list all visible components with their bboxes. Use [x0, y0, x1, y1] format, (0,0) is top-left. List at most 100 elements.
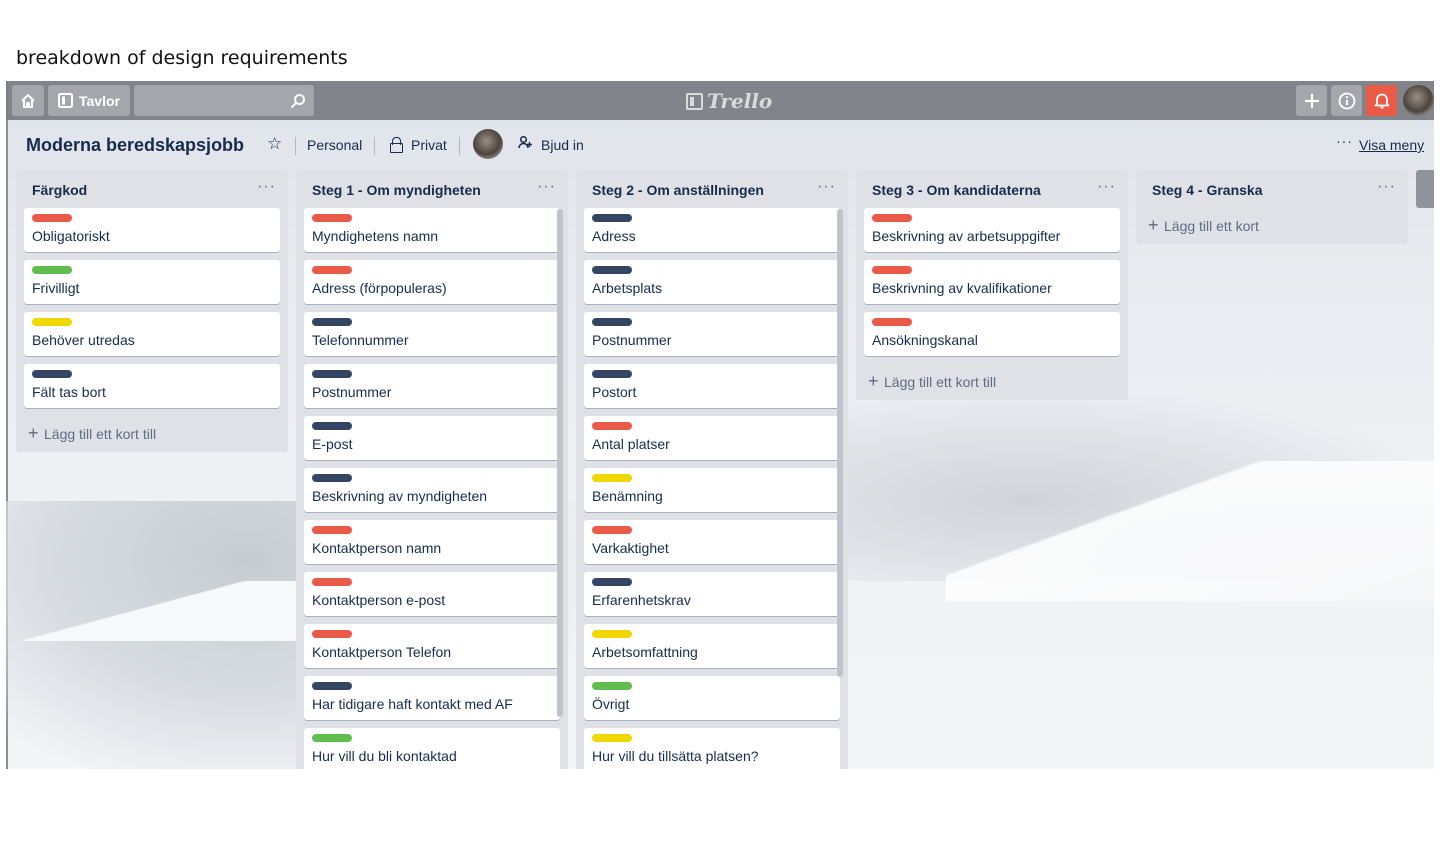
- list-column[interactable]: Steg 4 - Granska ··· + Lägg till ett kort: [1136, 170, 1408, 244]
- trello-board-screenshot: Tavlor Trello Moderna beredskapsjobb ☆ P…: [6, 81, 1434, 769]
- list-title[interactable]: Färgkod: [32, 182, 87, 198]
- card-label-navy: [312, 682, 352, 690]
- card[interactable]: Hur vill du tillsätta platsen?: [584, 728, 840, 769]
- list-column[interactable]: Steg 1 - Om myndigheten ··· Myndighetens n…: [296, 170, 568, 769]
- card-title: Beskrivning av kvalifikationer: [872, 280, 1052, 296]
- card-title: Postort: [592, 384, 637, 400]
- card[interactable]: Postnummer: [584, 312, 840, 356]
- trello-logo-text: Trello: [707, 89, 773, 113]
- list-column[interactable]: Färgkod ··· Obligatoriskt Frivilligt Behöver…: [16, 170, 288, 452]
- card-label-yellow: [592, 630, 632, 638]
- board-header: Moderna beredskapsjobb ☆ Personal Privat…: [6, 121, 1434, 169]
- card[interactable]: Antal platser: [584, 416, 840, 460]
- card[interactable]: Kontaktperson e-post: [304, 572, 560, 616]
- add-card-label: Lägg till ett kort till: [884, 374, 997, 390]
- list-title[interactable]: Steg 4 - Granska: [1152, 182, 1263, 198]
- add-card-button[interactable]: + Lägg till ett kort: [1136, 208, 1408, 244]
- team-button[interactable]: Personal: [307, 137, 362, 153]
- add-card-button[interactable]: + Lägg till ett kort till: [16, 416, 288, 452]
- card[interactable]: Adress: [584, 208, 840, 252]
- card[interactable]: Beskrivning av arbetsuppgifter: [864, 208, 1120, 252]
- list-menu-icon[interactable]: ···: [537, 178, 556, 196]
- card[interactable]: Postnummer: [304, 364, 560, 408]
- card-label-red: [592, 422, 632, 430]
- board-icon: [58, 93, 73, 108]
- card-label-red: [872, 318, 912, 326]
- list-header: Steg 4 - Granska ···: [1136, 170, 1408, 208]
- next-list-peek[interactable]: [1416, 170, 1434, 208]
- card[interactable]: Har tidigare haft kontakt med AF: [304, 676, 560, 720]
- list-scrollbar[interactable]: [557, 209, 563, 717]
- card-title: Benämning: [592, 488, 663, 504]
- list-header: Färgkod ···: [16, 170, 288, 208]
- card[interactable]: Myndighetens namn: [304, 208, 560, 252]
- member-avatar[interactable]: [473, 129, 503, 159]
- card[interactable]: Fält tas bort: [24, 364, 280, 408]
- card[interactable]: Obligatoriskt: [24, 208, 280, 252]
- card-title: Antal platser: [592, 436, 670, 452]
- list-menu-icon[interactable]: ···: [257, 178, 276, 196]
- show-menu-button[interactable]: Visa meny: [1359, 137, 1424, 153]
- card[interactable]: Behöver utredas: [24, 312, 280, 356]
- card[interactable]: Arbetsomfattning: [584, 624, 840, 668]
- card[interactable]: Hur vill du bli kontaktad: [304, 728, 560, 769]
- card[interactable]: Beskrivning av kvalifikationer: [864, 260, 1120, 304]
- create-button[interactable]: [1296, 85, 1327, 116]
- list-column[interactable]: Steg 3 - Om kandidaterna ··· Beskrivning a…: [856, 170, 1128, 400]
- list-title[interactable]: Steg 1 - Om myndigheten: [312, 182, 481, 198]
- card[interactable]: Ansökningskanal: [864, 312, 1120, 356]
- card-label-red: [32, 214, 72, 222]
- card-label-red: [872, 266, 912, 274]
- card[interactable]: Frivilligt: [24, 260, 280, 304]
- info-button[interactable]: [1331, 85, 1362, 116]
- card-list: Beskrivning av arbetsuppgifter Beskrivnin…: [856, 208, 1128, 356]
- card[interactable]: Erfarenhetskrav: [584, 572, 840, 616]
- list-title[interactable]: Steg 2 - Om anställningen: [592, 182, 764, 198]
- card[interactable]: Kontaktperson Telefon: [304, 624, 560, 668]
- list-header: Steg 1 - Om myndigheten ···: [296, 170, 568, 208]
- card-label-red: [592, 526, 632, 534]
- home-button[interactable]: [12, 85, 44, 116]
- card-label-red: [312, 630, 352, 638]
- card-label-yellow: [32, 318, 72, 326]
- card-title: Adress: [592, 228, 636, 244]
- visibility-button[interactable]: Privat: [411, 137, 447, 153]
- card[interactable]: Arbetsplats: [584, 260, 840, 304]
- card[interactable]: Postort: [584, 364, 840, 408]
- list-menu-icon[interactable]: ···: [1097, 178, 1116, 196]
- board-title[interactable]: Moderna beredskapsjobb: [26, 135, 244, 156]
- invite-button[interactable]: Bjud in: [541, 137, 584, 153]
- list-menu-icon[interactable]: ···: [1377, 178, 1396, 196]
- user-avatar[interactable]: [1403, 85, 1434, 116]
- card-label-navy: [312, 422, 352, 430]
- card-title: Frivilligt: [32, 280, 80, 296]
- card[interactable]: Beskrivning av myndigheten: [304, 468, 560, 512]
- card[interactable]: Övrigt: [584, 676, 840, 720]
- card-title: Kontaktperson e-post: [312, 592, 446, 608]
- card[interactable]: E-post: [304, 416, 560, 460]
- background-snow-slope: [6, 581, 306, 641]
- add-card-button[interactable]: + Lägg till ett kort till: [856, 364, 1128, 400]
- card[interactable]: Benämning: [584, 468, 840, 512]
- more-icon[interactable]: ···: [1336, 133, 1353, 149]
- search-icon: [291, 93, 305, 108]
- card[interactable]: Telefonnummer: [304, 312, 560, 356]
- list-title[interactable]: Steg 3 - Om kandidaterna: [872, 182, 1041, 198]
- card-label-navy: [592, 266, 632, 274]
- trello-logo[interactable]: Trello: [686, 89, 772, 113]
- star-icon[interactable]: ☆: [267, 134, 282, 154]
- boards-label: Tavlor: [79, 92, 120, 109]
- search-input[interactable]: [134, 85, 314, 116]
- card-title: Myndighetens namn: [312, 228, 439, 244]
- top-navigation-bar: Tavlor Trello: [6, 81, 1434, 120]
- background-snow-slope: [946, 461, 1434, 601]
- card[interactable]: Kontaktperson namn: [304, 520, 560, 564]
- card-label-navy: [592, 578, 632, 586]
- list-scrollbar[interactable]: [837, 209, 843, 677]
- boards-button[interactable]: Tavlor: [48, 85, 130, 116]
- notifications-button[interactable]: [1366, 85, 1397, 116]
- card[interactable]: Adress (förpopuleras): [304, 260, 560, 304]
- list-menu-icon[interactable]: ···: [817, 178, 836, 196]
- list-column[interactable]: Steg 2 - Om anställningen ··· Adress Arbets…: [576, 170, 848, 769]
- card[interactable]: Varkaktighet: [584, 520, 840, 564]
